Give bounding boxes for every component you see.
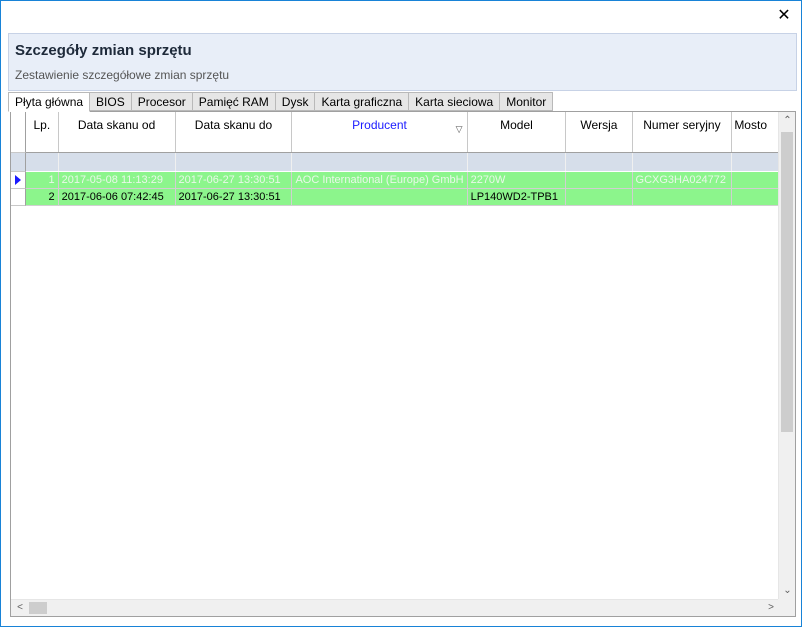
cell-producent[interactable]: AOC International (Europe) GmbH: [291, 171, 468, 189]
col-header-mostek[interactable]: Mosto: [731, 112, 784, 153]
col-header-numer-seryjny[interactable]: Numer seryjny: [632, 112, 733, 153]
tab-pamiec-ram[interactable]: Pamięć RAM: [192, 92, 276, 111]
tab-bios[interactable]: BIOS: [90, 92, 132, 111]
grid-table-area: Lp. Data skanu od Data skanu do Producen…: [26, 112, 784, 600]
filter-cell[interactable]: [632, 152, 733, 172]
category-tabs: Płyta główna BIOS Procesor Pamięć RAM Dy…: [8, 92, 554, 112]
current-row-pointer-icon: [15, 175, 21, 185]
filter-cell[interactable]: [175, 152, 293, 172]
cell-lp[interactable]: 2: [26, 188, 59, 206]
filter-cell[interactable]: [58, 152, 176, 172]
grid-table: Lp. Data skanu od Data skanu do Producen…: [26, 112, 784, 206]
dialog-title: Szczegóły zmian sprzętu: [15, 42, 192, 59]
tab-karta-graficzna[interactable]: Karta graficzna: [315, 92, 410, 111]
close-button[interactable]: ✕: [773, 5, 795, 25]
cell-producent[interactable]: [291, 188, 468, 206]
row-header-2[interactable]: [11, 189, 26, 206]
cell-model[interactable]: LP140WD2-TPB1: [467, 188, 567, 206]
cell-data-skanu-do[interactable]: 2017-06-27 13:30:51: [175, 188, 293, 206]
sort-descending-icon: ▽: [455, 124, 463, 134]
dialog-subtitle: Zestawienie szczegółowe zmian sprzętu: [15, 68, 230, 82]
row-header-corner: [11, 112, 26, 153]
tab-karta-sieciowa[interactable]: Karta sieciowa: [409, 92, 501, 111]
cell-mostek[interactable]: [731, 171, 784, 189]
scroll-corner: [778, 599, 795, 616]
filter-cell[interactable]: [291, 152, 468, 172]
col-header-data-skanu-do[interactable]: Data skanu do: [175, 112, 293, 153]
cell-wersja[interactable]: [565, 188, 633, 206]
scroll-right-icon[interactable]: >: [764, 600, 778, 616]
table-row[interactable]: 1 2017-05-08 11:13:29 2017-06-27 13:30:5…: [26, 171, 784, 189]
row-header-1[interactable]: [11, 172, 26, 189]
vertical-scrollbar[interactable]: ⌃ ⌄: [778, 112, 795, 600]
cell-wersja[interactable]: [565, 171, 633, 189]
scroll-up-icon[interactable]: ⌃: [779, 114, 795, 128]
hardware-changes-dialog: ✕ Szczegóły zmian sprzętu Zestawienie sz…: [0, 0, 802, 627]
column-header-row: Lp. Data skanu od Data skanu do Producen…: [26, 112, 784, 153]
horizontal-scrollbar[interactable]: < >: [11, 599, 780, 616]
horizontal-scroll-thumb[interactable]: [29, 602, 47, 614]
filter-cell[interactable]: [26, 152, 59, 172]
cell-mostek[interactable]: [731, 188, 784, 206]
filter-row: [26, 152, 784, 172]
col-header-model[interactable]: Model: [467, 112, 567, 153]
cell-numer-seryjny[interactable]: [632, 188, 733, 206]
col-header-lp[interactable]: Lp.: [26, 112, 59, 153]
tab-procesor[interactable]: Procesor: [131, 92, 193, 111]
cell-data-skanu-od[interactable]: 2017-06-06 07:42:45: [58, 188, 176, 206]
filter-cell[interactable]: [467, 152, 567, 172]
col-header-wersja[interactable]: Wersja: [565, 112, 633, 153]
cell-data-skanu-od[interactable]: 2017-05-08 11:13:29: [58, 171, 176, 189]
col-header-producent[interactable]: Producent ▽: [291, 112, 468, 153]
cell-model[interactable]: 2270W: [467, 171, 567, 189]
cell-data-skanu-do[interactable]: 2017-06-27 13:30:51: [175, 171, 293, 189]
scroll-down-icon[interactable]: ⌄: [779, 584, 795, 598]
tab-monitor[interactable]: Monitor: [500, 92, 554, 111]
tab-plyta-glowna[interactable]: Płyta główna: [8, 92, 91, 112]
cell-lp[interactable]: 1: [26, 171, 59, 189]
scroll-left-icon[interactable]: <: [13, 600, 27, 616]
filter-cell[interactable]: [731, 152, 784, 172]
tab-dysk[interactable]: Dysk: [275, 92, 316, 111]
header-panel: Szczegóły zmian sprzętu Zestawienie szcz…: [8, 33, 797, 91]
vertical-scroll-thumb[interactable]: [781, 132, 793, 432]
filter-cell[interactable]: [565, 152, 633, 172]
cell-numer-seryjny[interactable]: GCXG3HA024772: [632, 171, 733, 189]
row-header-filter: [11, 153, 26, 172]
row-header-column: [11, 112, 26, 616]
col-header-producent-label: Producent: [352, 118, 407, 132]
table-row[interactable]: 2 2017-06-06 07:42:45 2017-06-27 13:30:5…: [26, 188, 784, 206]
data-grid: Lp. Data skanu od Data skanu do Producen…: [10, 111, 796, 617]
col-header-data-skanu-od[interactable]: Data skanu od: [58, 112, 176, 153]
